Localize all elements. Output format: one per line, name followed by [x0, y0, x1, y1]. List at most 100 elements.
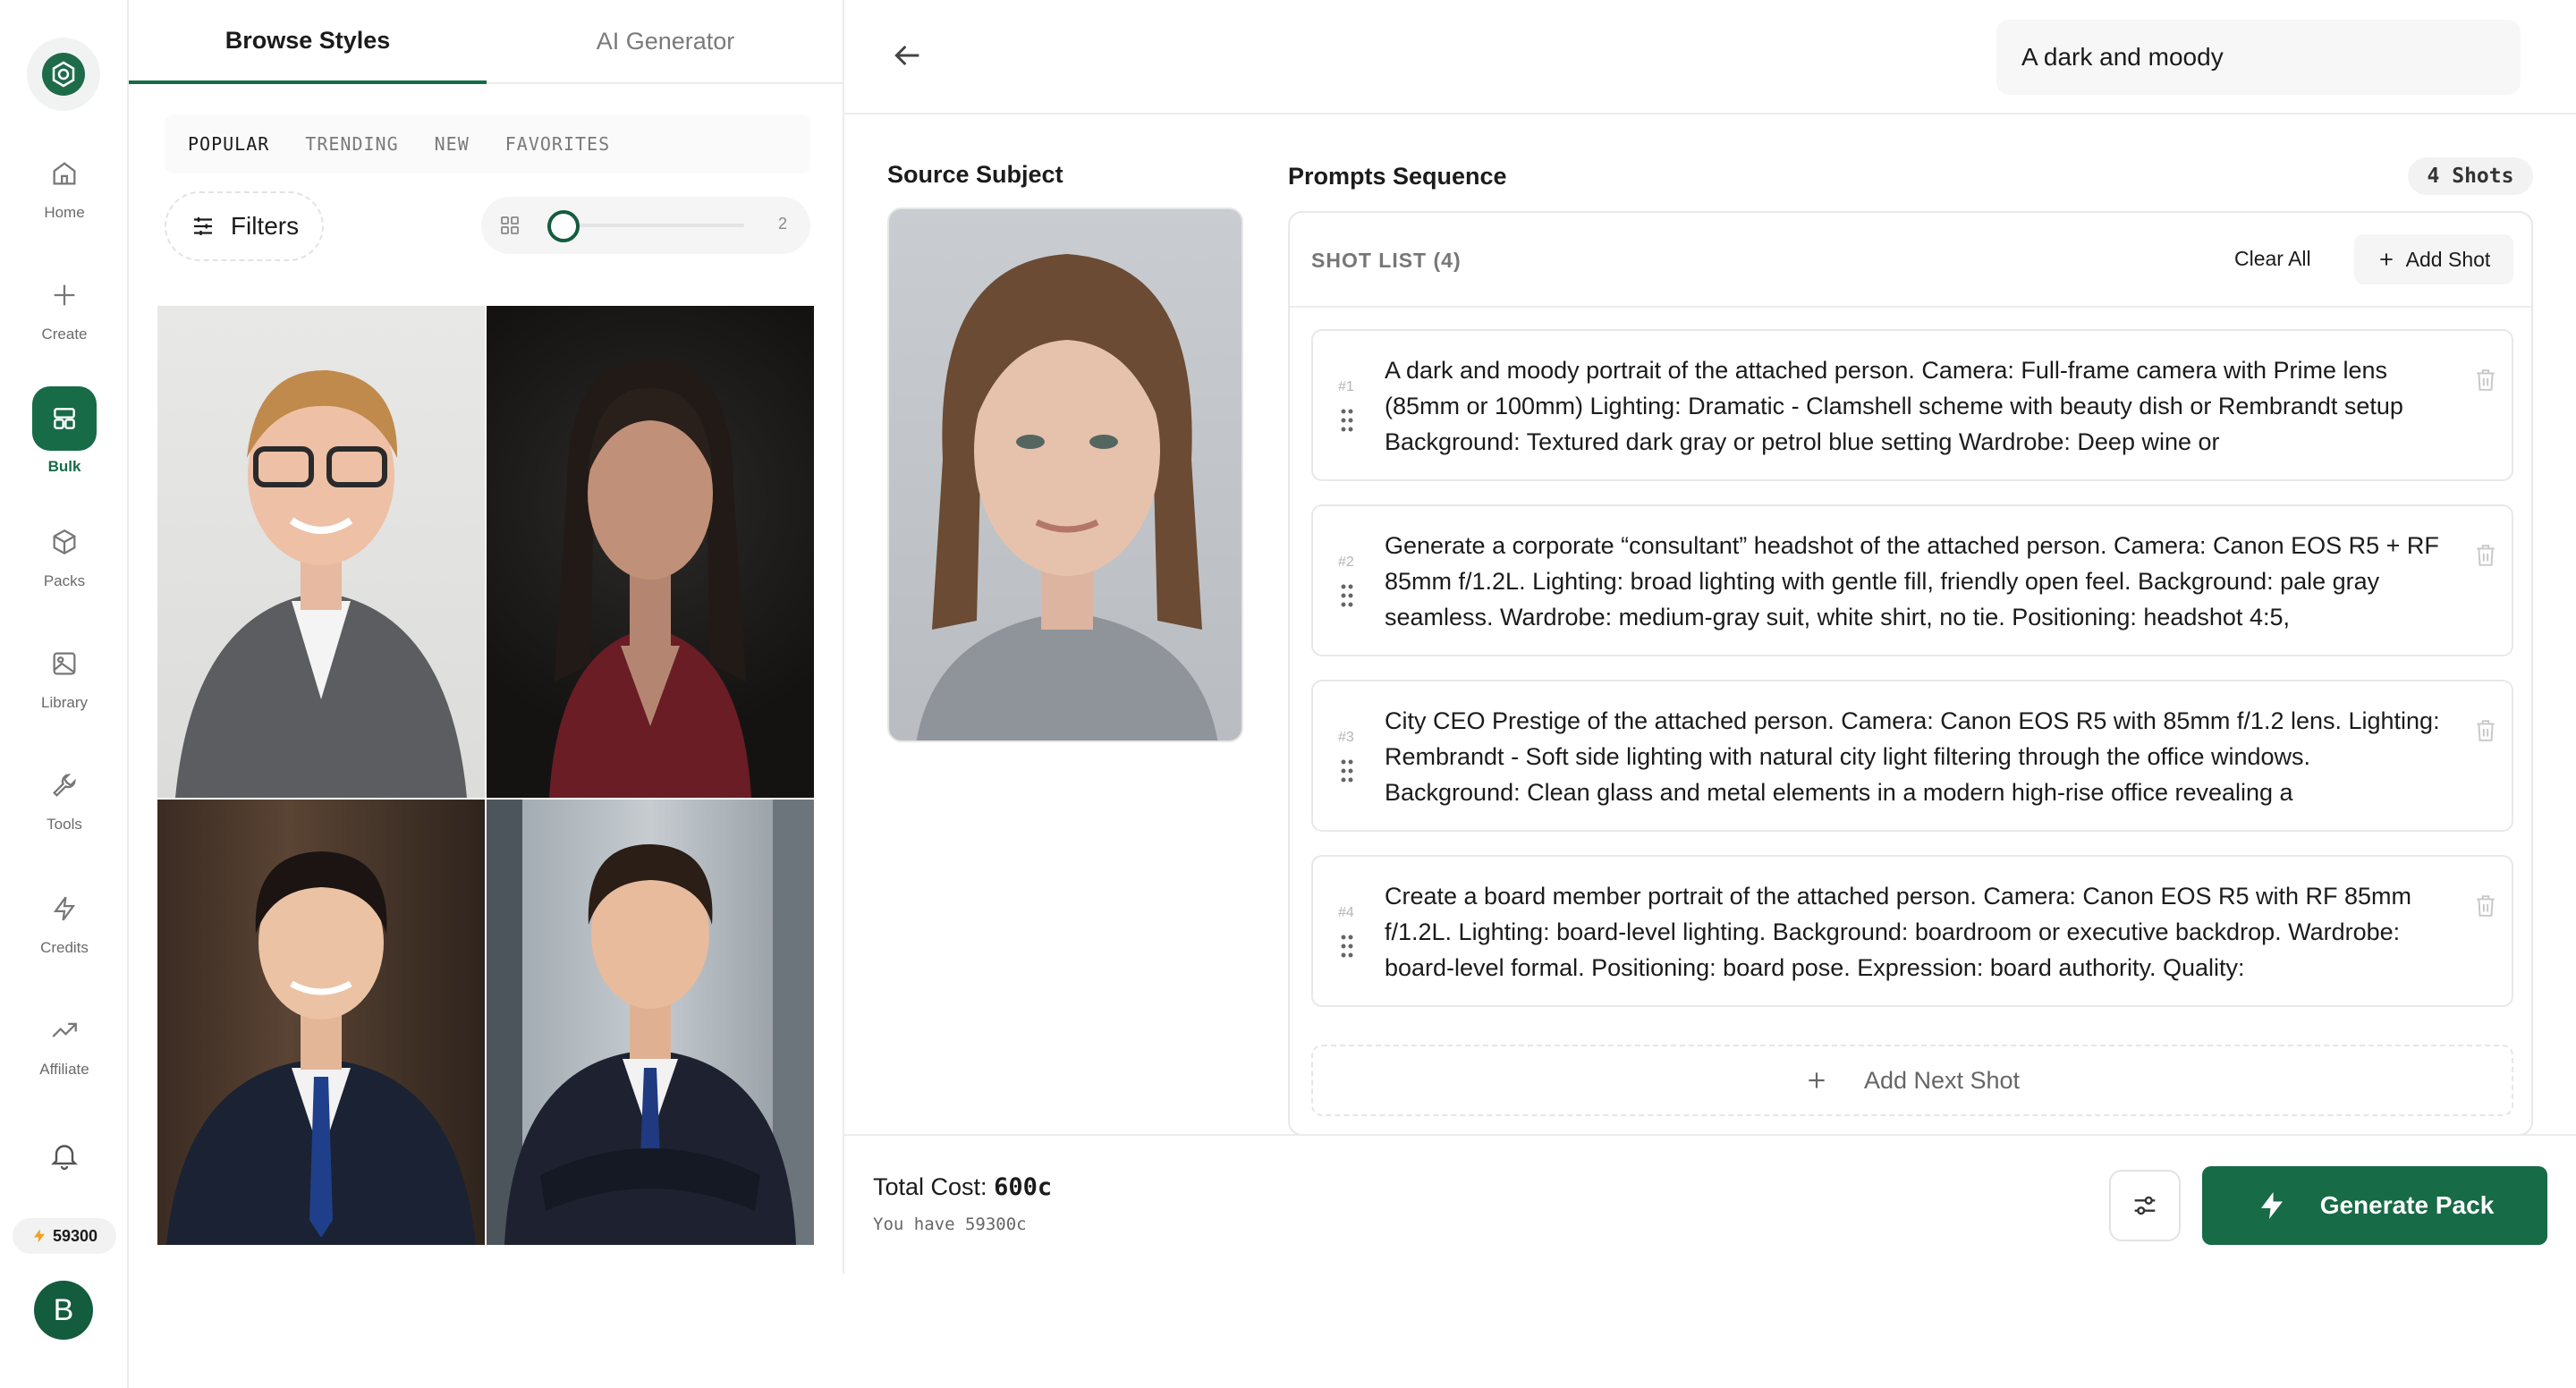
add-shot-label: Add Shot: [2405, 247, 2491, 271]
app-logo[interactable]: [27, 38, 100, 111]
style-thumbnails-grid: [157, 306, 814, 1245]
trending-up-icon: [45, 1011, 84, 1050]
tab-ai-generator[interactable]: AI Generator: [487, 0, 844, 82]
nav-bulk-label: Bulk: [47, 458, 81, 475]
plus-icon: [2380, 253, 2393, 266]
nav-affiliate[interactable]: Affiliate: [0, 1011, 129, 1079]
user-avatar[interactable]: B: [34, 1281, 93, 1340]
source-subject-title: Source Subject: [887, 161, 1063, 188]
grid-view-icon: [501, 216, 519, 234]
nav-home-label: Home: [44, 204, 85, 221]
grid-size-slider[interactable]: 2: [481, 197, 810, 254]
prompts-sequence-title: Prompts Sequence: [1288, 163, 1507, 190]
drag-handle-icon[interactable]: [1340, 408, 1354, 433]
shot-card[interactable]: #1 A dark and moody portrait of the atta…: [1311, 329, 2513, 481]
nav-create[interactable]: Create: [0, 275, 129, 343]
total-cost-label: Total Cost:: [873, 1173, 987, 1200]
total-cost-value: 600c: [994, 1173, 1053, 1201]
style-thumbnail[interactable]: [157, 800, 485, 1245]
image-icon: [45, 644, 84, 683]
nav-bulk[interactable]: Bulk: [0, 386, 129, 476]
generate-pack-button[interactable]: Generate Pack: [2202, 1166, 2547, 1245]
generation-settings-button[interactable]: [2109, 1170, 2181, 1241]
lightning-icon: [2260, 1192, 2283, 1219]
add-next-shot-label: Add Next Shot: [1863, 1066, 2021, 1094]
nav-library[interactable]: Library: [0, 644, 129, 712]
footer-bar: Total Cost: 600c You have 59300c Generat…: [844, 1134, 2576, 1274]
bulk-grid-icon: [32, 386, 97, 451]
grid-size-value: 2: [777, 215, 787, 233]
credit-lightning-icon: [33, 1229, 45, 1243]
shot-card[interactable]: #4 Create a board member portrait of the…: [1311, 855, 2513, 1007]
category-popular[interactable]: POPULAR: [188, 133, 269, 155]
shot-number: #2: [1338, 554, 1354, 570]
shot-card[interactable]: #3 City CEO Prestige of the attached per…: [1311, 680, 2513, 832]
drag-handle-icon[interactable]: [1340, 934, 1354, 959]
shots-count-badge: 4 Shots: [2408, 157, 2533, 195]
lightning-icon: [45, 889, 84, 928]
logo-mark-icon: [42, 53, 85, 96]
back-button[interactable]: [889, 38, 925, 78]
clear-all-button[interactable]: Clear All: [2234, 247, 2311, 271]
shot-prompt-text[interactable]: A dark and moody portrait of the attache…: [1385, 352, 2449, 460]
notifications-button[interactable]: [0, 1136, 129, 1186]
nav-tools[interactable]: Tools: [0, 766, 129, 834]
bell-icon: [45, 1136, 84, 1175]
nav-affiliate-label: Affiliate: [39, 1061, 89, 1078]
nav-home[interactable]: Home: [0, 154, 129, 222]
sliders-icon: [193, 217, 212, 235]
add-next-shot-button[interactable]: Add Next Shot: [1311, 1045, 2513, 1116]
category-favorites[interactable]: FAVORITES: [505, 133, 610, 155]
balance-text: You have 59300c: [873, 1214, 1027, 1234]
tab-browse-styles[interactable]: Browse Styles: [129, 0, 487, 84]
style-thumbnail[interactable]: [487, 306, 814, 798]
plus-icon: [1809, 1072, 1825, 1088]
nav-create-label: Create: [41, 326, 88, 343]
home-icon: [45, 154, 84, 193]
slider-handle[interactable]: [547, 210, 580, 242]
plus-icon: [45, 275, 84, 315]
credit-balance: 59300: [52, 1226, 98, 1245]
nav-packs[interactable]: Packs: [0, 522, 129, 590]
filters-button[interactable]: Filters: [165, 191, 324, 261]
drag-handle-icon[interactable]: [1340, 758, 1354, 783]
shot-prompt-text[interactable]: Generate a corporate “consultant” headsh…: [1385, 528, 2449, 635]
style-search-input[interactable]: A dark and moody: [1996, 20, 2521, 95]
trash-icon[interactable]: [2474, 542, 2497, 569]
shot-list-label: SHOT LIST (4): [1311, 249, 1462, 272]
settings-sliders-icon: [2134, 1196, 2156, 1215]
shot-card[interactable]: #2 Generate a corporate “consultant” hea…: [1311, 504, 2513, 656]
category-new[interactable]: NEW: [435, 133, 470, 155]
shot-number: #3: [1338, 730, 1354, 745]
trash-icon[interactable]: [2474, 367, 2497, 394]
shot-prompt-text[interactable]: City CEO Prestige of the attached person…: [1385, 703, 2449, 810]
left-rail: Home Create Bulk Packs Library Tools Cre…: [0, 0, 129, 1388]
filters-label: Filters: [230, 212, 300, 240]
trash-icon[interactable]: [2474, 893, 2497, 919]
box-icon: [45, 522, 84, 562]
credit-balance-pill[interactable]: 59300: [13, 1218, 116, 1254]
drag-handle-icon[interactable]: [1340, 583, 1354, 608]
add-shot-button[interactable]: Add Shot: [2354, 234, 2513, 284]
nav-credits[interactable]: Credits: [0, 889, 129, 957]
shot-number: #4: [1338, 905, 1354, 920]
shot-list-panel: SHOT LIST (4) Clear All Add Shot #1 A da…: [1288, 211, 2533, 1136]
styles-tabs: Browse Styles AI Generator: [129, 0, 844, 84]
wrench-icon: [45, 766, 84, 805]
style-thumbnail[interactable]: [157, 306, 485, 798]
arrow-left-icon: [894, 45, 919, 66]
category-trending[interactable]: TRENDING: [305, 133, 398, 155]
trash-icon[interactable]: [2474, 717, 2497, 744]
nav-tools-label: Tools: [47, 816, 82, 833]
category-tabs: POPULAR TRENDING NEW FAVORITES: [165, 114, 810, 174]
app-root: Home Create Bulk Packs Library Tools Cre…: [0, 0, 2576, 1388]
shot-number: #1: [1338, 379, 1354, 394]
style-thumbnail[interactable]: [487, 800, 814, 1245]
source-subject-photo[interactable]: [887, 207, 1243, 742]
nav-packs-label: Packs: [43, 572, 86, 589]
styles-panel: Browse Styles AI Generator POPULAR TREND…: [129, 0, 844, 1274]
slider-track[interactable]: [556, 224, 744, 227]
shot-list-header: SHOT LIST (4) Clear All Add Shot: [1290, 213, 2531, 308]
shot-prompt-text[interactable]: Create a board member portrait of the at…: [1385, 878, 2449, 986]
generate-pack-label: Generate Pack: [2319, 1191, 2495, 1219]
